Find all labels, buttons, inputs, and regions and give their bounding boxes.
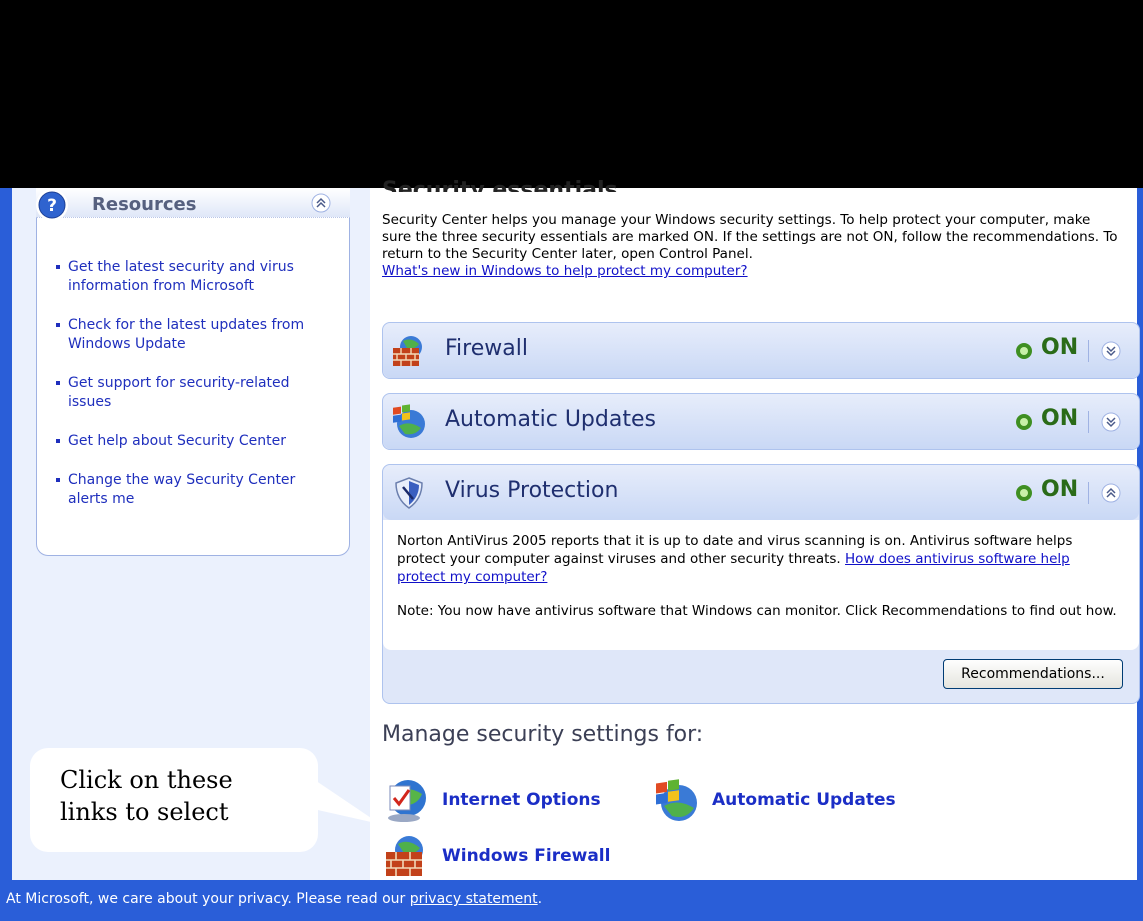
firewall-status: ON bbox=[1041, 335, 1079, 360]
separator bbox=[1088, 411, 1089, 433]
resource-link-windows-update[interactable]: Check for the latest updates from Window… bbox=[56, 316, 336, 354]
automatic-updates-panel: Automatic Updates ON bbox=[382, 393, 1140, 450]
firewall-icon bbox=[393, 336, 422, 366]
resource-link-security-info[interactable]: Get the latest security and virus inform… bbox=[56, 258, 336, 296]
status-on-icon bbox=[1016, 414, 1032, 430]
windows-firewall-link[interactable]: Windows Firewall bbox=[382, 832, 610, 880]
windows-update-icon bbox=[656, 779, 697, 821]
section-title: Security essentials bbox=[382, 178, 618, 192]
resource-link-help[interactable]: Get help about Security Center bbox=[56, 432, 336, 451]
shield-icon bbox=[395, 477, 423, 509]
firewall-icon bbox=[386, 836, 423, 876]
resources-list: Get the latest security and virus inform… bbox=[56, 258, 336, 529]
firewall-panel: Firewall ON bbox=[382, 322, 1140, 379]
intro-text: Security Center helps you manage your Wi… bbox=[382, 212, 1122, 280]
automatic-updates-title: Automatic Updates bbox=[445, 407, 656, 432]
resource-link-alerts[interactable]: Change the way Security Center alerts me bbox=[56, 471, 336, 509]
internet-options-icon bbox=[388, 780, 426, 822]
windows-firewall-label: Windows Firewall bbox=[442, 846, 611, 866]
resources-title: Resources bbox=[92, 194, 197, 215]
virus-protection-note: Note: You now have antivirus software th… bbox=[397, 603, 1117, 619]
internet-options-label: Internet Options bbox=[442, 790, 601, 810]
automatic-updates-status: ON bbox=[1041, 406, 1079, 431]
automatic-updates-link[interactable]: Automatic Updates bbox=[652, 776, 896, 824]
privacy-text: At Microsoft, we care about your privacy… bbox=[6, 891, 543, 907]
automatic-updates-header[interactable]: Automatic Updates ON bbox=[383, 394, 1139, 449]
virus-protection-panel: Virus Protection ON Norton AntiVirus 200… bbox=[382, 464, 1140, 704]
privacy-statement-link[interactable]: privacy statement bbox=[410, 891, 538, 907]
redacted-header bbox=[0, 0, 1143, 188]
resource-link-support[interactable]: Get support for security-related issues bbox=[56, 374, 336, 412]
virus-protection-details: Norton AntiVirus 2005 reports that it is… bbox=[383, 520, 1139, 650]
expand-icon[interactable] bbox=[1101, 341, 1121, 361]
help-icon: ? bbox=[36, 189, 68, 221]
status-on-icon bbox=[1016, 485, 1032, 501]
status-on-icon bbox=[1016, 343, 1032, 359]
windows-update-icon bbox=[393, 404, 425, 438]
whats-new-link[interactable]: What's new in Windows to help protect my… bbox=[382, 263, 748, 279]
internet-options-link[interactable]: Internet Options bbox=[382, 776, 601, 824]
firewall-header[interactable]: Firewall ON bbox=[383, 323, 1139, 378]
virus-protection-header[interactable]: Virus Protection ON bbox=[383, 465, 1139, 520]
svg-text:?: ? bbox=[47, 196, 57, 216]
separator bbox=[1088, 482, 1089, 504]
separator bbox=[1088, 340, 1089, 362]
manage-settings-heading: Manage security settings for: bbox=[382, 722, 704, 747]
intro-paragraph: Security Center helps you manage your Wi… bbox=[382, 212, 1118, 262]
recommendations-button[interactable]: Recommendations... bbox=[943, 659, 1123, 689]
virus-protection-title: Virus Protection bbox=[445, 478, 619, 503]
privacy-status-bar: At Microsoft, we care about your privacy… bbox=[0, 880, 1143, 921]
firewall-title: Firewall bbox=[445, 336, 528, 361]
callout-text: Click on these links to select bbox=[60, 766, 233, 826]
virus-protection-description: Norton AntiVirus 2005 reports that it is… bbox=[397, 533, 1073, 585]
expand-icon[interactable] bbox=[1101, 412, 1121, 432]
collapse-icon[interactable] bbox=[311, 193, 331, 213]
collapse-icon[interactable] bbox=[1101, 483, 1121, 503]
automatic-updates-label: Automatic Updates bbox=[712, 790, 896, 810]
virus-protection-status: ON bbox=[1041, 477, 1079, 502]
